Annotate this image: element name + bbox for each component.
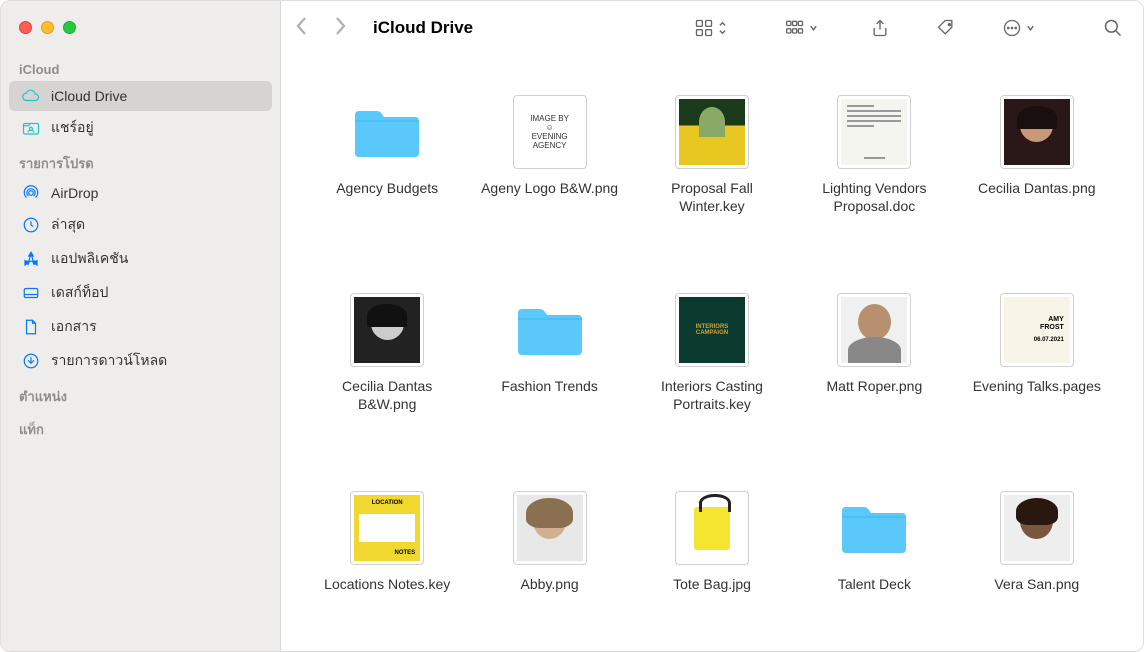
file-item[interactable]: Vera San.png: [961, 491, 1113, 631]
share-button[interactable]: [864, 14, 896, 42]
sidebar: iCloud iCloud Drive แชร์อยู่รายการโปรด AirD…: [1, 1, 281, 651]
sidebar-item-label: เดสก์ท็อป: [51, 282, 108, 304]
traffic-lights: [1, 17, 280, 54]
file-label: Fashion Trends: [501, 377, 598, 395]
sidebar-item-shared-folder[interactable]: แชร์อยู่: [9, 111, 272, 145]
file-thumbnail: [350, 293, 424, 367]
file-thumbnail: [675, 491, 749, 565]
sidebar-item-label: ล่าสุด: [51, 214, 85, 236]
file-item[interactable]: AMYFROST06.07.2021 Evening Talks.pages: [961, 293, 1113, 451]
file-thumbnail: INTERIORSCAMPAIGN: [675, 293, 749, 367]
search-button[interactable]: [1097, 14, 1129, 42]
sidebar-item-label: เอกสาร: [51, 316, 97, 338]
file-label: Proposal Fall Winter.key: [637, 179, 787, 215]
sidebar-section-header: รายการโปรด: [1, 145, 280, 178]
airdrop-icon: [21, 184, 41, 202]
sidebar-item-label: AirDrop: [51, 185, 98, 201]
sidebar-item-label: รายการดาวน์โหลด: [51, 350, 167, 372]
file-label: Interiors Casting Portraits.key: [637, 377, 787, 413]
file-item[interactable]: Fashion Trends: [473, 293, 625, 451]
apps-icon: [21, 250, 41, 268]
file-item[interactable]: Lighting Vendors Proposal.doc: [798, 95, 950, 253]
finder-window: iCloud iCloud Drive แชร์อยู่รายการโปรด AirD…: [0, 0, 1144, 652]
folder-icon: [513, 293, 587, 367]
file-item[interactable]: Abby.png: [473, 491, 625, 631]
more-button[interactable]: [996, 14, 1041, 42]
sidebar-item-clock[interactable]: ล่าสุด: [9, 208, 272, 242]
sidebar-item-desktop[interactable]: เดสก์ท็อป: [9, 276, 272, 310]
group-button[interactable]: [779, 14, 824, 42]
shared-folder-icon: [21, 119, 41, 137]
file-item[interactable]: Agency Budgets: [311, 95, 463, 253]
minimize-button[interactable]: [41, 21, 54, 34]
tags-button[interactable]: [930, 14, 962, 42]
file-thumbnail: AMYFROST06.07.2021: [1000, 293, 1074, 367]
file-thumbnail: IMAGE BY☺EVENING AGENCY: [513, 95, 587, 169]
back-button[interactable]: [295, 16, 309, 41]
toolbar: iCloud Drive: [281, 1, 1143, 55]
file-item[interactable]: LOCATIONNOTES Locations Notes.key: [311, 491, 463, 631]
file-thumbnail: [675, 95, 749, 169]
file-label: Evening Talks.pages: [973, 377, 1101, 395]
file-item[interactable]: IMAGE BY☺EVENING AGENCY Ageny Logo B&W.pn…: [473, 95, 625, 253]
file-item[interactable]: Tote Bag.jpg: [636, 491, 788, 631]
file-thumbnail: LOCATIONNOTES: [350, 491, 424, 565]
file-thumbnail: [837, 95, 911, 169]
forward-button[interactable]: [333, 16, 347, 41]
file-item[interactable]: Matt Roper.png: [798, 293, 950, 451]
fullscreen-button[interactable]: [63, 21, 76, 34]
file-label: Lighting Vendors Proposal.doc: [799, 179, 949, 215]
folder-icon: [350, 95, 424, 169]
sidebar-section-header: iCloud: [1, 54, 280, 81]
file-label: Agency Budgets: [336, 179, 438, 197]
file-thumbnail: [1000, 491, 1074, 565]
file-label: Cecilia Dantas B&W.png: [312, 377, 462, 413]
file-item[interactable]: Cecilia Dantas.png: [961, 95, 1113, 253]
cloud-icon: [21, 87, 41, 105]
view-icons-button[interactable]: [688, 14, 733, 42]
file-label: Locations Notes.key: [324, 575, 450, 593]
sidebar-item-apps[interactable]: แอปพลิเคชัน: [9, 242, 272, 276]
file-item[interactable]: INTERIORSCAMPAIGN Interiors Casting Portr…: [636, 293, 788, 451]
sidebar-section-header: แท็ก: [1, 411, 280, 444]
clock-icon: [21, 216, 41, 234]
file-thumbnail: [837, 293, 911, 367]
desktop-icon: [21, 284, 41, 302]
file-label: Vera San.png: [994, 575, 1079, 593]
file-label: Cecilia Dantas.png: [978, 179, 1096, 197]
file-label: Ageny Logo B&W.png: [481, 179, 618, 197]
page-title: iCloud Drive: [373, 18, 473, 38]
file-item[interactable]: Talent Deck: [798, 491, 950, 631]
sidebar-item-airdrop[interactable]: AirDrop: [9, 178, 272, 208]
file-label: Abby.png: [521, 575, 579, 593]
sidebar-item-label: แชร์อยู่: [51, 117, 94, 139]
file-thumbnail: [513, 491, 587, 565]
file-thumbnail: [1000, 95, 1074, 169]
sidebar-item-label: แอปพลิเคชัน: [51, 248, 128, 270]
sidebar-item-label: iCloud Drive: [51, 88, 127, 104]
folder-icon: [837, 491, 911, 565]
file-label: Talent Deck: [838, 575, 911, 593]
file-label: Tote Bag.jpg: [673, 575, 751, 593]
content-area: iCloud Drive: [281, 1, 1143, 651]
file-item[interactable]: Cecilia Dantas B&W.png: [311, 293, 463, 451]
file-label: Matt Roper.png: [827, 377, 923, 395]
sidebar-item-download[interactable]: รายการดาวน์โหลด: [9, 344, 272, 378]
close-button[interactable]: [19, 21, 32, 34]
sidebar-section-header: ตำแหน่ง: [1, 378, 280, 411]
sidebar-item-document[interactable]: เอกสาร: [9, 310, 272, 344]
file-item[interactable]: Proposal Fall Winter.key: [636, 95, 788, 253]
file-grid: Agency Budgets IMAGE BY☺EVENING AGENCY Age…: [281, 55, 1143, 651]
sidebar-item-cloud[interactable]: iCloud Drive: [9, 81, 272, 111]
document-icon: [21, 318, 41, 336]
download-icon: [21, 352, 41, 370]
